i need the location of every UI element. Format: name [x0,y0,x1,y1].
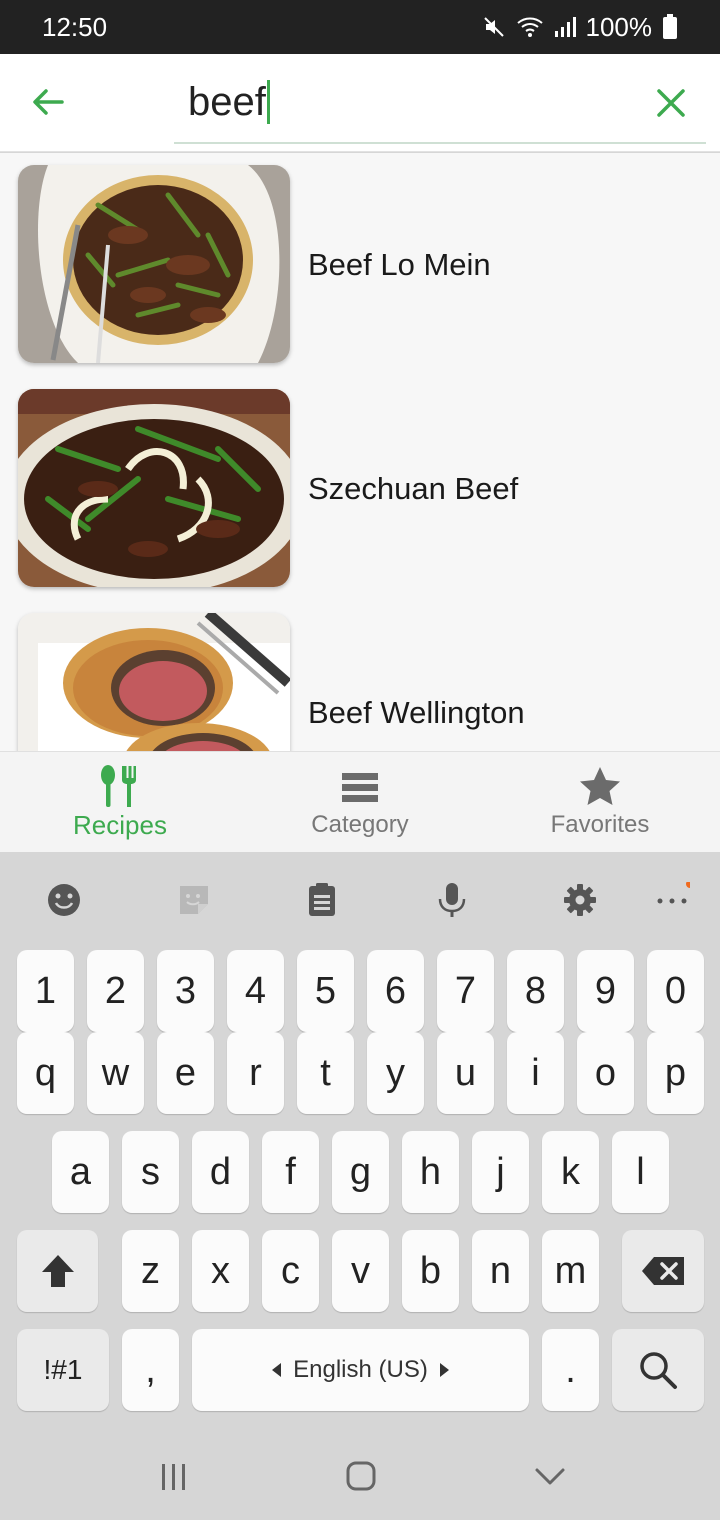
microphone-icon[interactable] [434,882,470,918]
key-4[interactable]: 4 [227,950,284,1032]
key-e[interactable]: e [157,1032,214,1114]
mute-icon [483,17,504,37]
tab-category[interactable]: Category [240,752,480,852]
emoji-icon[interactable] [46,882,82,918]
key-8[interactable]: 8 [507,950,564,1032]
key-9[interactable]: 9 [577,950,634,1032]
settings-icon[interactable] [562,882,598,918]
key-d[interactable]: d [192,1131,249,1213]
status-time: 12:50 [42,11,108,42]
key-w[interactable]: w [87,1032,144,1114]
list-item[interactable]: Szechuan Beef [0,377,720,601]
space-label: English (US) [293,1356,428,1383]
key-q[interactable]: q [17,1032,74,1114]
key-f[interactable]: f [262,1131,319,1213]
tab-label: Favorites [550,811,650,838]
key-n[interactable]: n [472,1230,529,1312]
bottom-navigation: Recipes Category Favorites [0,751,720,852]
list-icon [342,773,378,802]
symbols-label: !#1 [43,1354,83,1385]
sticker-icon[interactable] [176,882,212,918]
clear-icon[interactable] [654,86,688,120]
key-o[interactable]: o [577,1032,634,1114]
left-arrow-icon [272,1363,282,1377]
key-m[interactable]: m [542,1230,599,1312]
key-3[interactable]: 3 [157,950,214,1032]
key-l[interactable]: l [612,1131,669,1213]
search-value-wrap: beef [188,78,270,126]
tab-label: Recipes [73,809,167,840]
key-7[interactable]: 7 [437,950,494,1032]
backspace-icon [642,1257,684,1285]
recipe-title: Beef Wellington [308,695,525,730]
keyboard: 1 2 3 4 5 6 7 8 9 0 q w e r t y u i o p … [0,852,720,1432]
search-input[interactable]: beef [174,66,706,144]
list-item[interactable]: Beef Wellington [0,601,720,751]
keyboard-toolbar [0,852,720,948]
clipboard-icon[interactable] [304,882,340,918]
back-arrow-icon[interactable] [30,84,66,120]
fork-knife-icon [101,764,136,807]
key-x[interactable]: x [192,1230,249,1312]
key-1[interactable]: 1 [17,950,74,1032]
key-j[interactable]: j [472,1131,529,1213]
search-key[interactable] [612,1329,704,1411]
comma-key[interactable]: , [122,1329,179,1411]
key-h[interactable]: h [402,1131,459,1213]
key-y[interactable]: y [367,1032,424,1114]
app-screen: 12:50 100% beef Beef Lo Mein Szechuan Be… [0,0,720,1520]
key-i[interactable]: i [507,1032,564,1114]
key-s[interactable]: s [122,1131,179,1213]
shift-icon [41,1255,74,1287]
back-chevron-icon[interactable] [530,1460,570,1494]
key-5[interactable]: 5 [297,950,354,1032]
results-list: Beef Lo Mein Szechuan Beef Beef Wellingt… [0,153,720,751]
key-g[interactable]: g [332,1131,389,1213]
recipe-image [18,389,290,587]
shift-key[interactable] [17,1230,98,1312]
key-r[interactable]: r [227,1032,284,1114]
key-6[interactable]: 6 [367,950,424,1032]
key-p[interactable]: p [647,1032,704,1114]
wifi-icon [516,17,543,37]
text-cursor [266,80,270,124]
recipe-title: Szechuan Beef [308,471,519,506]
status-icons: 100% [482,12,679,43]
home-icon[interactable] [341,1460,381,1494]
key-z[interactable]: z [122,1230,179,1312]
search-icon [640,1352,677,1389]
tab-label: Category [311,811,409,838]
signal-icon [554,17,576,37]
key-u[interactable]: u [437,1032,494,1114]
key-a[interactable]: a [52,1131,109,1213]
tab-favorites[interactable]: Favorites [480,752,720,852]
star-icon [580,767,620,805]
key-k[interactable]: k [542,1131,599,1213]
recipe-image [18,165,290,363]
list-item[interactable]: Beef Lo Mein [0,153,720,377]
space-key[interactable]: English (US) [192,1329,529,1411]
tab-recipes[interactable]: Recipes [0,752,240,852]
key-b[interactable]: b [402,1230,459,1312]
backspace-key[interactable] [622,1230,704,1312]
key-2[interactable]: 2 [87,950,144,1032]
status-bar: 12:50 100% [0,0,720,54]
recipe-title: Beef Lo Mein [308,247,491,282]
system-navigation [0,1432,720,1520]
more-icon[interactable] [654,882,690,918]
key-t[interactable]: t [297,1032,354,1114]
period-key[interactable]: . [542,1329,599,1411]
recent-apps-icon[interactable] [154,1460,194,1494]
key-v[interactable]: v [332,1230,389,1312]
symbols-key[interactable]: !#1 [17,1329,109,1411]
search-value: beef [188,80,266,124]
battery-icon [663,14,677,39]
right-arrow-icon [439,1363,449,1377]
space-label-wrap: English (US) [272,1356,449,1384]
battery-percent: 100% [585,11,653,42]
recipe-image [18,613,290,751]
key-0[interactable]: 0 [647,950,704,1032]
search-header: beef [0,54,720,152]
key-c[interactable]: c [262,1230,319,1312]
